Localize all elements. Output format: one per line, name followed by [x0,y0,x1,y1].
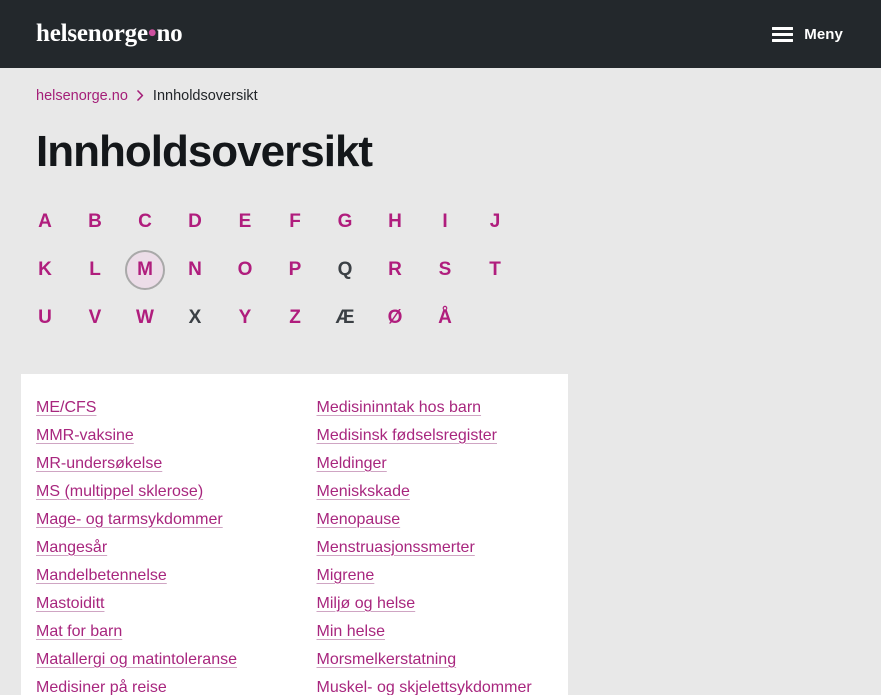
alphabet-letter-b[interactable]: B [75,202,115,242]
alphabet-letter-c[interactable]: C [125,202,165,242]
index-link[interactable]: MMR-vaksine [36,422,134,450]
index-link[interactable]: Morsmelkerstatning [317,646,457,674]
site-header: helsenorge•no Meny [0,0,881,68]
index-link[interactable]: Mandelbetennelse [36,562,167,590]
index-link[interactable]: Menstruasjonssmerter [317,534,475,562]
alphabet-cell: Q [320,248,370,292]
alphabet-cell: O [220,248,270,292]
index-link[interactable]: Medisininntak hos barn [317,394,482,422]
alphabet-cell: J [470,200,520,244]
index-link[interactable]: Min helse [317,618,385,646]
alphabet-cell: C [120,200,170,244]
index-link[interactable]: Miljø og helse [317,590,416,618]
index-link[interactable]: Mat for barn [36,618,122,646]
index-link[interactable]: ME/CFS [36,394,96,422]
alphabet-cell: V [70,296,120,340]
alphabet-cell: X [170,296,220,340]
alphabet-cell: Z [270,296,320,340]
alphabet-cell: T [470,248,520,292]
alphabet-cell: A [20,200,70,244]
alphabet-cell: R [370,248,420,292]
alphabet-letter-r[interactable]: R [375,250,415,290]
logo-suffix: no [156,20,183,47]
alphabet-letter-n[interactable]: N [175,250,215,290]
alphabet-letter-a[interactable]: A [25,202,65,242]
alphabet-letter-l[interactable]: L [75,250,115,290]
alphabet-cell: G [320,200,370,244]
index-right-column: Medisininntak hos barn Medisinsk fødselsr… [295,394,569,695]
alphabet-letter-v[interactable]: V [75,298,115,338]
index-link[interactable]: Migrene [317,562,375,590]
alphabet-row: KLMNOPQRST [20,246,881,294]
index-left-column: ME/CFS MMR-vaksine MR-undersøkelse MS (mult… [21,394,295,695]
index-link[interactable]: Mage- og tarmsykdommer [36,506,223,534]
alphabet-cell: B [70,200,120,244]
alphabet-letter-f[interactable]: F [275,202,315,242]
index-link[interactable]: Meldinger [317,450,387,478]
alphabet-letter-y[interactable]: Y [225,298,265,338]
alphabet-cell: I [420,200,470,244]
alphabet-letter-z[interactable]: Z [275,298,315,338]
alphabet-row: UVW X YZÆØÅ [20,294,881,342]
alphabet-letter-w[interactable]: W [125,298,165,338]
alphabet-cell: M [120,248,170,292]
index-link[interactable]: MS (multippel sklerose) [36,478,203,506]
site-logo[interactable]: helsenorge•no [36,20,183,48]
alphabet-cell: D [170,200,220,244]
alphabet-row: ABCDEFGHIJ [20,198,881,246]
alphabet-letter-ø[interactable]: Ø [375,298,415,338]
index-link[interactable]: Medisiner på reise [36,674,167,695]
index-link[interactable]: Muskel- og skjelettsykdommer [317,674,532,695]
alphabet-cell: N [170,248,220,292]
alphabet-cell: U [20,296,70,340]
index-link[interactable]: MR-undersøkelse [36,450,162,478]
alphabet-letter-e[interactable]: E [225,202,265,242]
alphabet-letter-j[interactable]: J [475,202,515,242]
alphabet-letter-p[interactable]: P [275,250,315,290]
breadcrumb-item-current: Innholdsoversikt [152,88,258,104]
alphabet-cell: H [370,200,420,244]
alphabet-letter-t[interactable]: T [475,250,515,290]
alphabet-letter-d[interactable]: D [175,202,215,242]
alphabet-cell: P [270,248,320,292]
alphabet-cell: Å [420,296,470,340]
menu-button[interactable]: Meny [770,22,845,47]
menu-button-label: Meny [804,25,843,43]
alphabet-letter-k[interactable]: K [25,250,65,290]
alphabet-cell: Æ [320,296,370,340]
alphabet-cell: W [120,296,170,340]
chevron-right-icon [137,89,144,101]
alphabet-letter-u[interactable]: U [25,298,65,338]
alphabet-cell: F [270,200,320,244]
alphabet-letter-s[interactable]: S [425,250,465,290]
index-link[interactable]: Medisinsk fødselsregister [317,422,498,450]
alphabet-letter-æ: Æ [335,307,355,329]
alphabet-letter-g[interactable]: G [325,202,365,242]
hamburger-icon [772,26,794,42]
logo-text: helsenorge [36,20,148,47]
index-link[interactable]: Meniskskade [317,478,410,506]
alphabet-cell: E [220,200,270,244]
alphabet-letter-i[interactable]: I [425,202,465,242]
index-link[interactable]: Mangesår [36,534,107,562]
alphabet-letter-å[interactable]: Å [425,298,465,338]
alphabet-letter-h[interactable]: H [375,202,415,242]
alphabet-letter-q: Q [337,259,353,281]
alphabet-letter-o[interactable]: O [225,250,265,290]
alphabet-navigation: ABCDEFGHIJ KLMNOPQRST UVW X YZÆØÅ [0,176,881,342]
index-link[interactable]: Matallergi og matintoleranse [36,646,237,674]
alphabet-cell: Ø [370,296,420,340]
breadcrumb-item-home[interactable]: helsenorge.no [36,88,128,104]
alphabet-letter-m[interactable]: M [125,249,165,290]
index-content-card: ME/CFS MMR-vaksine MR-undersøkelse MS (mult… [21,373,569,695]
alphabet-cell: Y [220,296,270,340]
alphabet-letter-x: X [188,307,202,329]
index-link[interactable]: Mastoiditt [36,590,104,618]
alphabet-cell: K [20,248,70,292]
alphabet-cell: S [420,248,470,292]
alphabet-cell: L [70,248,120,292]
breadcrumb: helsenorge.no Innholdsoversikt [0,68,881,104]
page-title: Innholdsoversikt [36,127,373,176]
index-link[interactable]: Menopause [317,506,401,534]
